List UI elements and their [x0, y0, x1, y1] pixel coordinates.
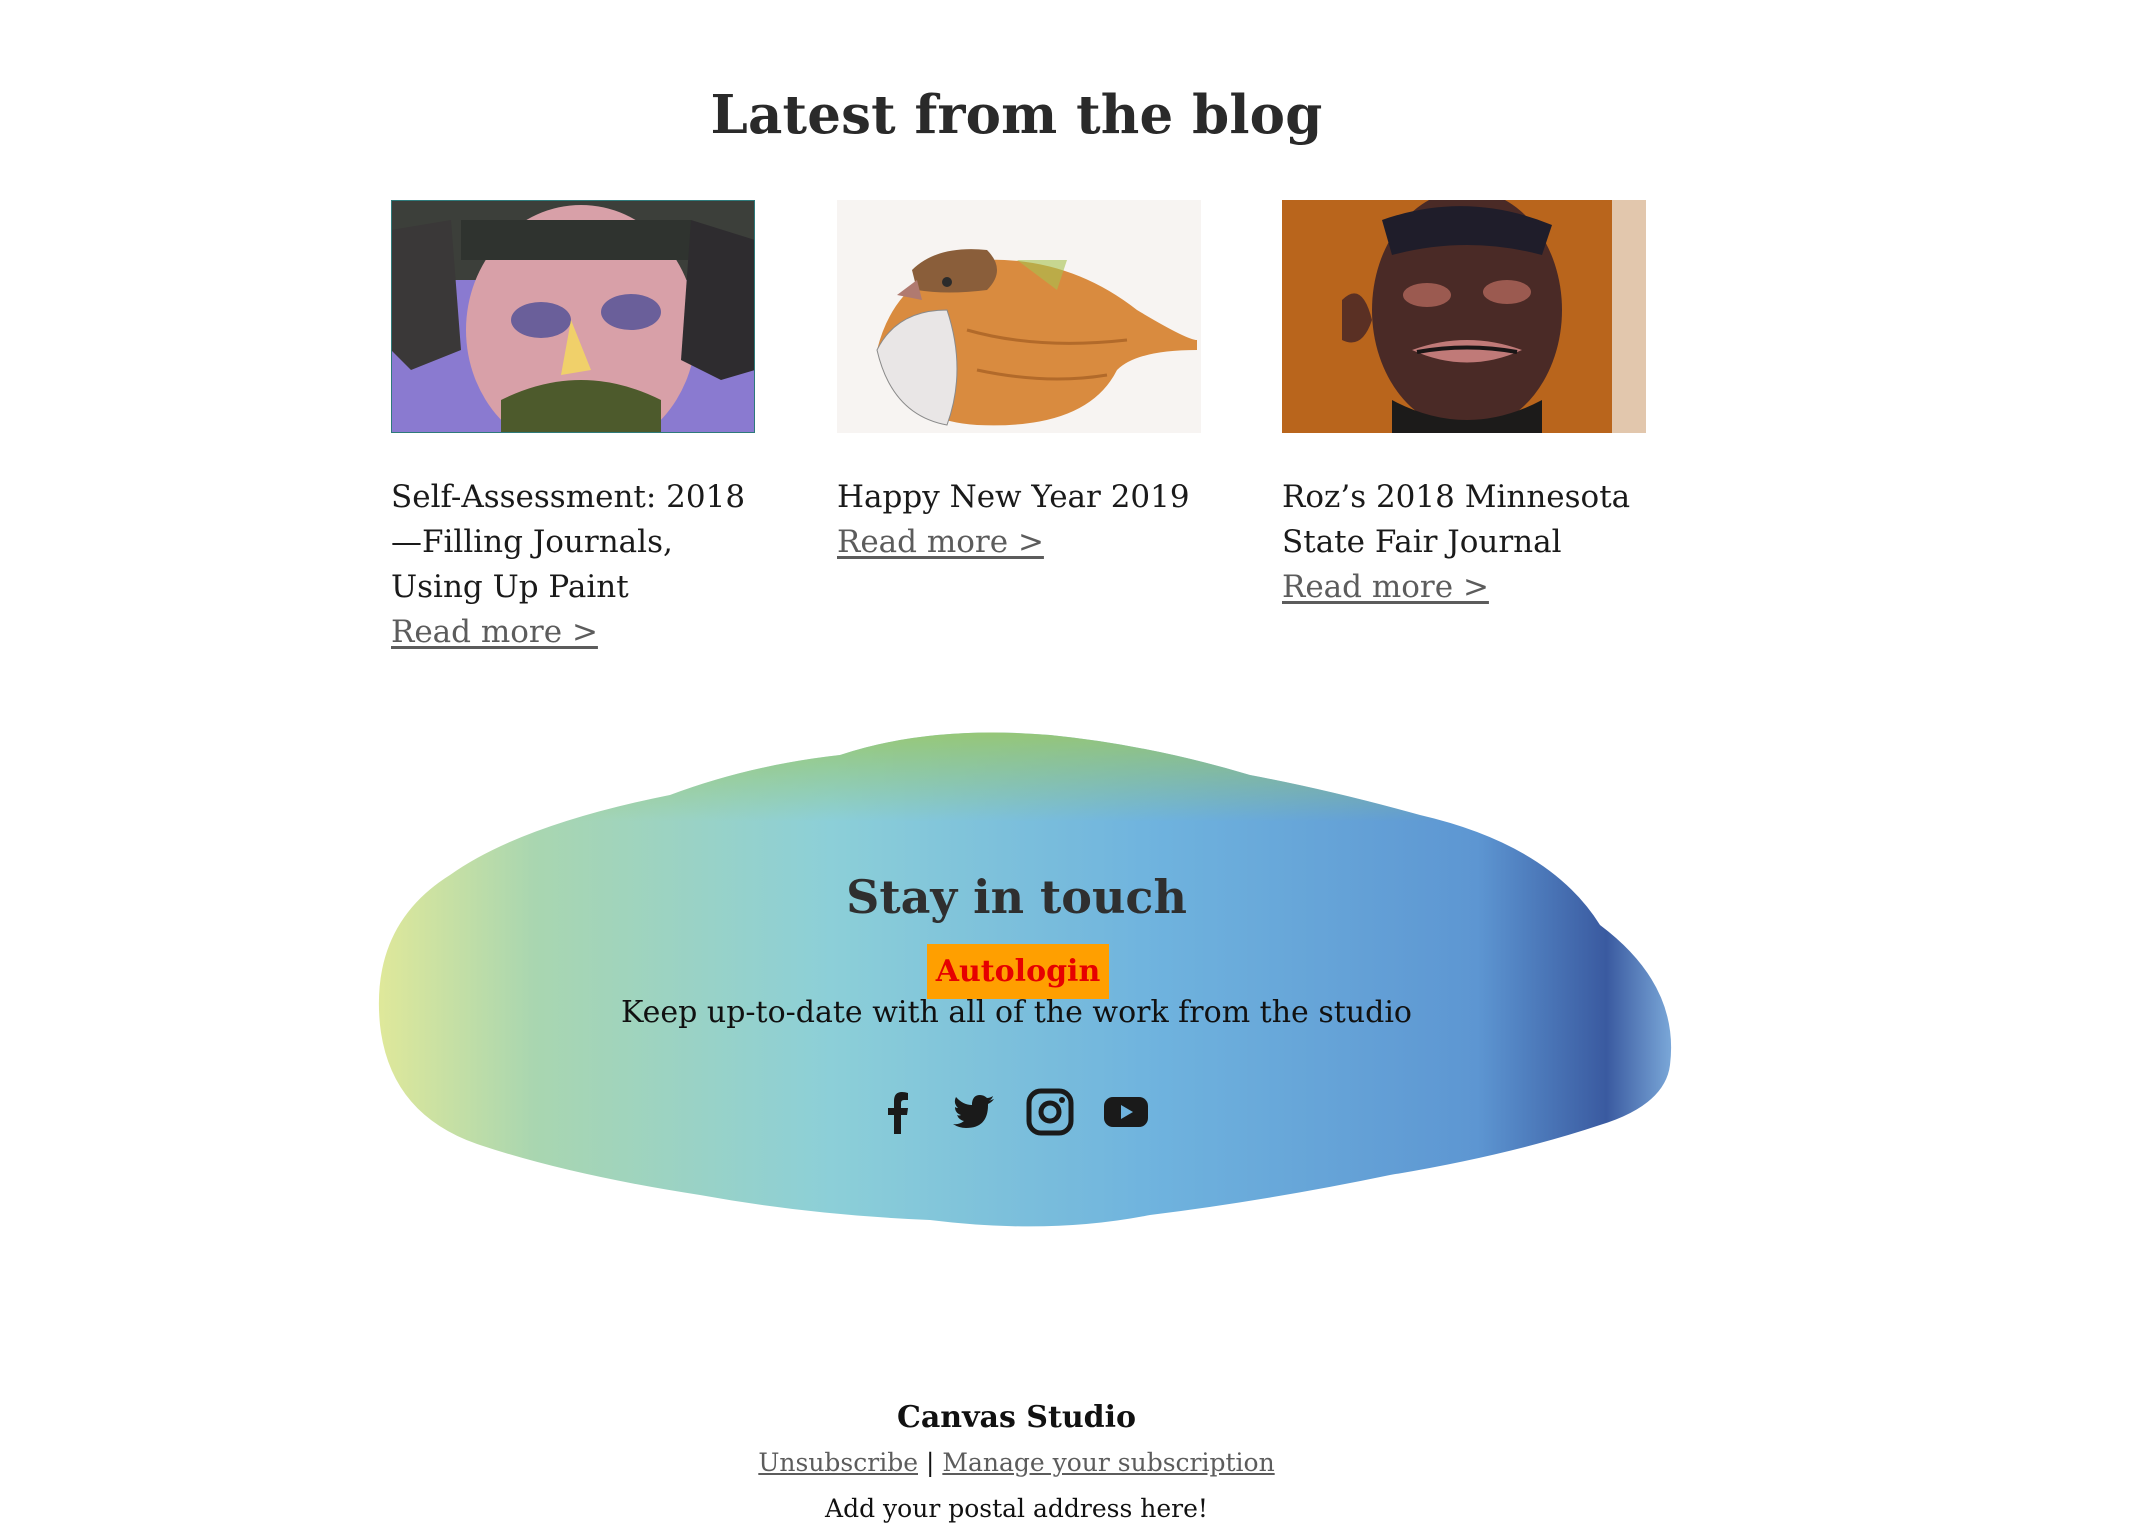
- newsletter-page: Latest from the blog Self-Assessment: 20…: [0, 0, 2152, 1532]
- post-thumbnail-bird[interactable]: [837, 200, 1201, 433]
- blog-post: Self-Assessment: 2018—Filling Journals, …: [391, 200, 755, 655]
- post-title: Happy New Year 2019: [837, 479, 1190, 515]
- youtube-icon[interactable]: [1100, 1086, 1152, 1138]
- footer-studio-name: Canvas Studio: [896, 1400, 1137, 1435]
- blog-post: Roz’s 2018 Minnesota State Fair Journal …: [1282, 200, 1646, 610]
- post-title: Roz’s 2018 Minnesota State Fair Journal: [1282, 479, 1631, 560]
- read-more-link[interactable]: Read more >: [1282, 565, 1489, 610]
- post-thumbnail-portrait[interactable]: [1282, 200, 1646, 433]
- facebook-icon[interactable]: [872, 1086, 924, 1138]
- instagram-icon[interactable]: [1024, 1086, 1076, 1138]
- manage-subscription-link[interactable]: Manage your subscription: [942, 1448, 1274, 1477]
- stay-in-touch-text: Keep up-to-date with all of the work fro…: [621, 995, 1412, 1030]
- unsubscribe-link[interactable]: Unsubscribe: [758, 1448, 918, 1477]
- post-title: Self-Assessment: 2018—Filling Journals, …: [391, 479, 746, 605]
- social-links: [872, 1086, 1152, 1138]
- footer-separator: |: [925, 1448, 935, 1477]
- autologin-button[interactable]: Autologin: [927, 944, 1109, 999]
- footer-links: Unsubscribe | Manage your subscription: [0, 1448, 2033, 1477]
- twitter-icon[interactable]: [948, 1086, 1000, 1138]
- post-thumbnail-portrait-man[interactable]: [391, 200, 755, 433]
- blog-heading: Latest from the blog: [710, 84, 1323, 146]
- read-more-link[interactable]: Read more >: [391, 610, 598, 655]
- read-more-link[interactable]: Read more >: [837, 520, 1044, 565]
- footer-postal-address: Add your postal address here!: [825, 1494, 1208, 1523]
- blog-post: Happy New Year 2019 Read more >: [837, 200, 1201, 565]
- stay-in-touch-heading: Stay in touch: [846, 870, 1187, 924]
